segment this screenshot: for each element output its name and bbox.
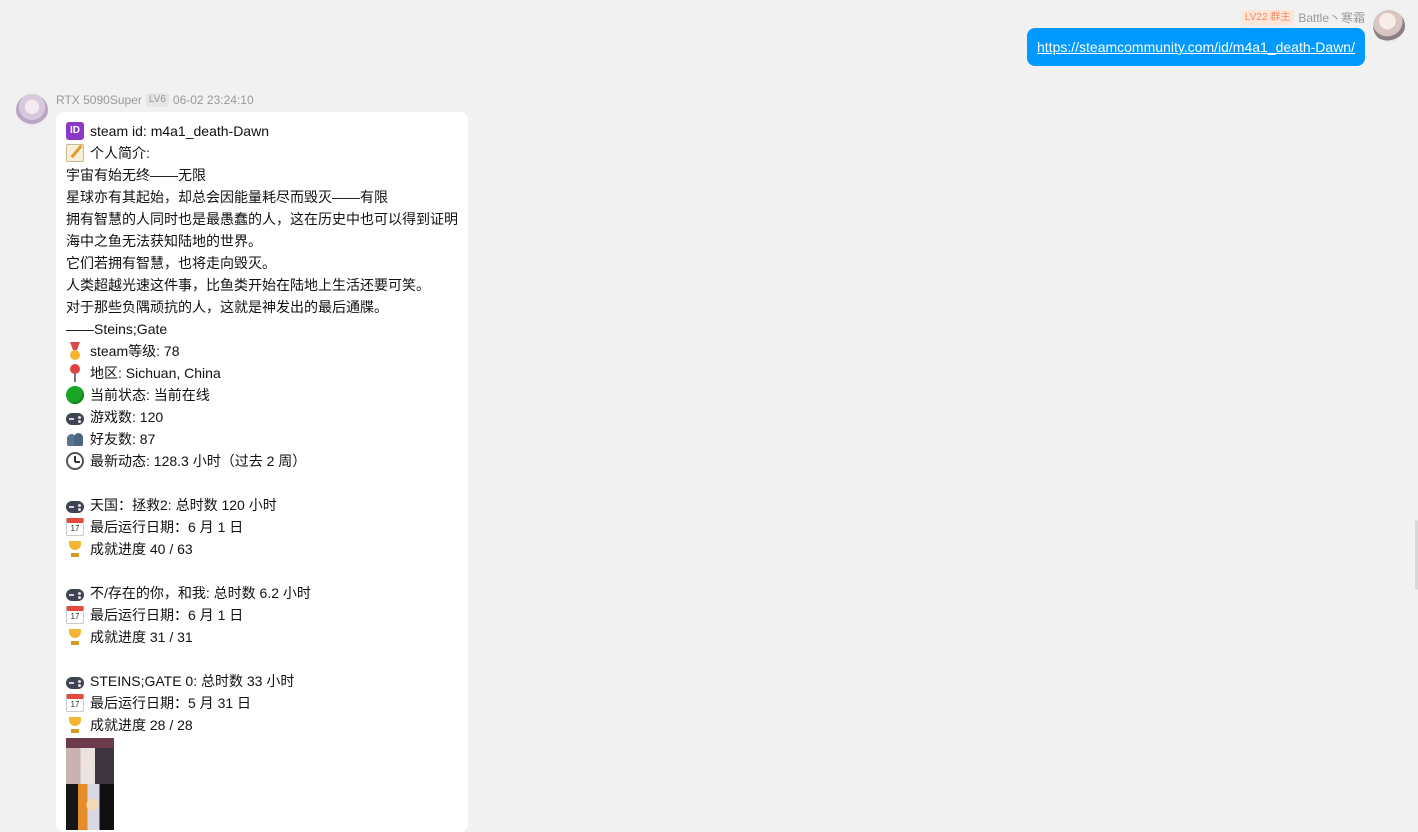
id-icon: ID xyxy=(66,122,84,140)
message-line-text: STEINS;GATE 0: 总时数 33 小时 xyxy=(90,673,295,689)
message-line xyxy=(66,560,458,582)
message-line-text: 游戏数: 120 xyxy=(90,409,164,425)
message-line-text: 个人简介: xyxy=(90,145,150,161)
message-line-text: 最后运行日期：6 月 1 日 xyxy=(90,519,244,535)
profile-info-lines: ID steam id: m4a1_death-Dawn 个人简介: 宇宙有始无终——… xyxy=(66,120,458,736)
message-line-text: 成就进度 28 / 28 xyxy=(90,717,193,733)
message-line: 不/存在的你，和我: 总时数 6.2 小时 xyxy=(66,582,458,604)
game-screenshot-thumbnail[interactable] xyxy=(66,784,114,830)
message-line xyxy=(66,472,458,494)
incoming-sender-avatar[interactable] xyxy=(16,94,48,126)
calendar-icon: 17 xyxy=(66,606,84,624)
gamepad-icon xyxy=(66,500,84,513)
trophy-icon xyxy=(66,540,84,558)
gamepad-icon xyxy=(66,412,84,425)
message-line: 地区: Sichuan, China xyxy=(66,362,458,384)
message-line-text: 星球亦有其起始，却总会因能量耗尽而毁灭——有限 xyxy=(66,189,388,205)
image-attachment[interactable] xyxy=(66,738,114,830)
message-line-text: 人类超越光速这件事，比鱼类开始在陆地上生活还要可笑。 xyxy=(66,277,430,293)
message-line: 对于那些负隅顽抗的人，这就是神发出的最后通牒。 xyxy=(66,296,458,318)
message-line-text: ——Steins;Gate xyxy=(66,321,168,337)
trophy-icon xyxy=(66,716,84,734)
medal-icon xyxy=(66,342,84,360)
message-line-text: 最后运行日期：5 月 31 日 xyxy=(90,695,252,711)
message-line: 个人简介: xyxy=(66,142,458,164)
outgoing-message-header: LV22 群主 Battle丶寒霜 xyxy=(1240,9,1365,26)
message-line-text: 宇宙有始无终——无限 xyxy=(66,167,206,183)
message-line-text: 成就进度 40 / 63 xyxy=(90,541,193,557)
steam-profile-link[interactable]: https://steamcommunity.com/id/m4a1_death… xyxy=(1037,39,1355,55)
pin-icon xyxy=(66,364,84,382)
message-line: 天国：拯救2: 总时数 120 小时 xyxy=(66,494,458,516)
trophy-icon xyxy=(66,628,84,646)
message-line: 星球亦有其起始，却总会因能量耗尽而毁灭——有限 xyxy=(66,186,458,208)
gamepad-icon xyxy=(66,676,84,689)
incoming-message-bubble[interactable]: ID steam id: m4a1_death-Dawn 个人简介: 宇宙有始无终——… xyxy=(56,112,468,832)
message-timestamp: 06-02 23:24:10 xyxy=(172,93,254,107)
message-line-text: 成就进度 31 / 31 xyxy=(90,629,193,645)
message-line-text: 最新动态: 128.3 小时（过去 2 周） xyxy=(90,453,307,469)
game-screenshot-thumbnail[interactable] xyxy=(66,738,114,784)
message-line: 成就进度 40 / 63 xyxy=(66,538,458,560)
message-line-text: 当前状态: 当前在线 xyxy=(90,387,210,403)
message-line-text: 好友数: 87 xyxy=(90,431,156,447)
message-line: 当前状态: 当前在线 xyxy=(66,384,458,406)
message-line-text: 不/存在的你，和我: 总时数 6.2 小时 xyxy=(90,585,311,601)
message-line: 宇宙有始无终——无限 xyxy=(66,164,458,186)
friends-icon xyxy=(66,430,84,448)
message-line: 它们若拥有智慧，也将走向毁灭。 xyxy=(66,252,458,274)
message-line: 17 最后运行日期：6 月 1 日 xyxy=(66,604,458,626)
message-line-text: 地区: Sichuan, China xyxy=(90,365,221,381)
outgoing-sender-avatar[interactable] xyxy=(1373,10,1405,42)
message-line-text: 海中之鱼无法获知陆地的世界。 xyxy=(66,233,262,249)
message-line: steam等级: 78 xyxy=(66,340,458,362)
message-line: 游戏数: 120 xyxy=(66,406,458,428)
message-line: 人类超越光速这件事，比鱼类开始在陆地上生活还要可笑。 xyxy=(66,274,458,296)
message-line-text: 对于那些负隅顽抗的人，这就是神发出的最后通牒。 xyxy=(66,299,388,315)
message-line: ——Steins;Gate xyxy=(66,318,458,340)
message-line xyxy=(66,648,458,670)
message-line-text: 拥有智慧的人同时也是最愚蠢的人，这在历史中也可以得到证明 xyxy=(66,211,458,227)
group-owner-badge: LV22 群主 xyxy=(1240,10,1295,25)
message-line: 拥有智慧的人同时也是最愚蠢的人，这在历史中也可以得到证明 xyxy=(66,208,458,230)
message-line-text: 最后运行日期：6 月 1 日 xyxy=(90,607,244,623)
member-level-badge: LV6 xyxy=(145,93,169,107)
incoming-sender-name[interactable]: RTX 5090Super xyxy=(56,93,142,107)
clock-icon xyxy=(66,452,84,470)
message-line-text: 它们若拥有智慧，也将走向毁灭。 xyxy=(66,255,276,271)
message-line: 成就进度 28 / 28 xyxy=(66,714,458,736)
gamepad-icon xyxy=(66,588,84,601)
message-line: 好友数: 87 xyxy=(66,428,458,450)
message-line: 17 最后运行日期：6 月 1 日 xyxy=(66,516,458,538)
memo-icon xyxy=(66,144,84,162)
incoming-message-header: RTX 5090Super LV6 06-02 23:24:10 xyxy=(56,93,254,107)
message-line: 海中之鱼无法获知陆地的世界。 xyxy=(66,230,458,252)
calendar-icon: 17 xyxy=(66,518,84,536)
message-line-text: 天国：拯救2: 总时数 120 小时 xyxy=(90,497,277,513)
outgoing-message-bubble[interactable]: https://steamcommunity.com/id/m4a1_death… xyxy=(1027,28,1365,66)
calendar-icon: 17 xyxy=(66,694,84,712)
message-line: 最新动态: 128.3 小时（过去 2 周） xyxy=(66,450,458,472)
message-line: 成就进度 31 / 31 xyxy=(66,626,458,648)
message-line: 17 最后运行日期：5 月 31 日 xyxy=(66,692,458,714)
outgoing-sender-name[interactable]: Battle丶寒霜 xyxy=(1298,9,1365,26)
message-line: ID steam id: m4a1_death-Dawn xyxy=(66,120,458,142)
message-line: STEINS;GATE 0: 总时数 33 小时 xyxy=(66,670,458,692)
message-line-text: steam等级: 78 xyxy=(90,343,180,359)
green-circle-icon xyxy=(66,386,84,404)
message-line-text: steam id: m4a1_death-Dawn xyxy=(90,123,269,139)
